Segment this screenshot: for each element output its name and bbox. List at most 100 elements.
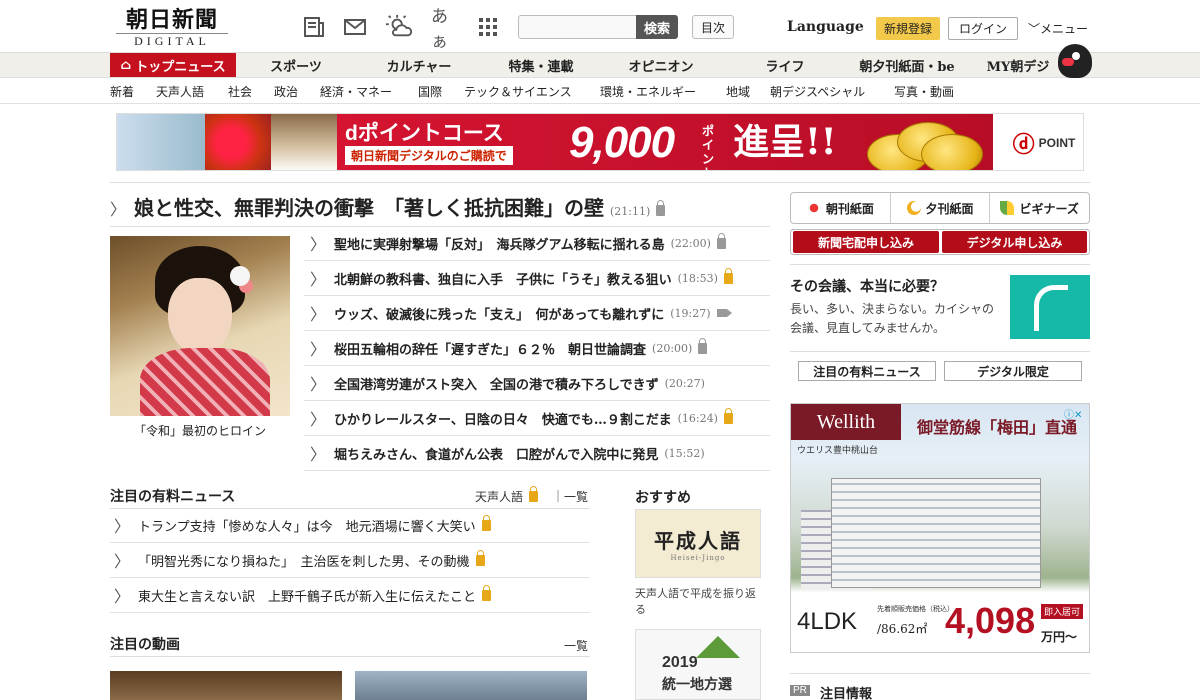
nav-features[interactable]: 特集・連載 (496, 53, 586, 77)
list-item[interactable]: 〉北朝鮮の教科書、独自に入手 子供に「うそ」教える狙い (18:53) (304, 261, 770, 296)
nav-top-news[interactable]: ⌂ トップニュース (110, 53, 236, 77)
lock-icon (723, 407, 733, 424)
subnav-item[interactable]: 天声人語 (156, 83, 204, 100)
nav-culture[interactable]: カルチャー (374, 53, 464, 77)
promo-title[interactable]: その会議、本当に必要？ (790, 276, 944, 296)
list-item[interactable]: 〉全国港湾労連がスト突入 全国の港で積み下ろしできず (20:27) (304, 366, 770, 401)
beginner-mark-icon (1000, 201, 1015, 215)
divider (790, 351, 1090, 352)
subnav-item[interactable]: 経済・マネー (320, 83, 392, 100)
paid-list-link[interactable]: 一覧 (564, 488, 588, 505)
paid-news-list: 〉トランプ支持「惨めな人々」は今 地元酒場に響く大笑い 〉「明智光秀になり損ねた… (110, 508, 590, 613)
digital-apply-button[interactable]: デジタル申し込み (942, 231, 1087, 253)
contents-button[interactable]: 目次 (692, 15, 734, 39)
dpoint-mark-icon: ⓓ (1012, 132, 1035, 157)
top-story[interactable]: 〉娘と性交、無罪判決の衝撃 「著しく抵抗困難」の壁 (21:11) (110, 192, 770, 221)
beginners-button[interactable]: ビギナーズ (990, 193, 1089, 223)
menu-label: メニュー (1040, 22, 1089, 36)
subnav-item[interactable]: 朝デジスペシャル (770, 83, 865, 100)
subnav-item[interactable]: 新着 (110, 83, 134, 100)
divider (790, 264, 1090, 265)
election-year: 2019 (662, 654, 698, 671)
list-item[interactable]: 〉「明智光秀になり損ねた」 主治医を刺した男、その動機 (110, 543, 590, 578)
delivery-apply-button[interactable]: 新聞宅配申し込み (793, 231, 939, 253)
evening-edition-button[interactable]: 夕刊紙面 (891, 193, 991, 223)
list-item[interactable]: 〉桜田五輪相の辞任「遅すぎた」６２％ 朝日世論調査 (20:00) (304, 331, 770, 366)
search-button[interactable]: 検索 (636, 15, 678, 39)
chevron-right-icon: 〉 (310, 445, 327, 464)
morning-edition-button[interactable]: 朝刊紙面 (791, 193, 891, 223)
photo-caption[interactable]: 「令和」最初のヒロイン (110, 422, 290, 439)
list-item[interactable]: 〉東大生と言えない訳 上野千鶴子氏が新入生に伝えたこと (110, 578, 590, 613)
ad-price: 4,098 (945, 600, 1036, 641)
mascot-icon[interactable] (1058, 44, 1092, 78)
divider (790, 673, 1090, 674)
nav-print[interactable]: 朝夕刊紙面・be (852, 53, 962, 77)
nav-my-asadigi[interactable]: MY朝デジ (980, 53, 1056, 77)
chevron-right-icon: 〉 (310, 235, 327, 254)
heroine-photo[interactable] (110, 236, 290, 416)
wellith-ad[interactable]: Wellith ウエリス豊中桃山台 御堂筋線「梅田」直通 4LDK 先着順販売価… (790, 403, 1090, 653)
election-title: 統一地方選 (662, 677, 732, 693)
weather-icon[interactable] (386, 14, 412, 40)
news-time: (20:27) (664, 376, 705, 390)
chevron-right-icon: 〉 (114, 517, 131, 536)
list-item[interactable]: 〉堀ちえみさん、食道がん公表 口腔がんで入院中に発見 (15:52) (304, 436, 770, 471)
recommend-title: おすすめ (635, 490, 691, 506)
newspaper-icon[interactable] (301, 14, 327, 40)
lock-icon (698, 337, 708, 354)
font-size-icon[interactable]: あぁ (431, 7, 457, 52)
grid-menu-icon[interactable] (475, 14, 501, 40)
separator: | (556, 488, 561, 502)
news-time: (19:27) (670, 306, 711, 320)
video-thumbnail[interactable] (110, 671, 342, 700)
list-item[interactable]: 〉聖地に実弾射撃場「反対」 海兵隊グアム移転に揺れる島 (22:00) (304, 226, 770, 261)
recommend-caption[interactable]: 天声人語で平成を振り返る (635, 586, 765, 618)
login-button[interactable]: ログイン (948, 17, 1018, 40)
promo-text[interactable]: 長い、多い、決まらない。カイシャの会議、見直してみませんか。 (790, 300, 1002, 338)
menu-button[interactable]: ﹀メニュー (1028, 20, 1088, 37)
ad-info-icon[interactable]: ⓘ✕ (1064, 406, 1086, 421)
video-thumbnail[interactable] (355, 671, 587, 700)
language-link[interactable]: Language (787, 19, 864, 35)
dpoint-logo: ⓓ POINT (1003, 114, 1083, 170)
promo-image[interactable] (1010, 275, 1090, 339)
heisei-jingo-text: 平成人語 (654, 529, 742, 553)
list-item[interactable]: 〉トランプ支持「惨めな人々」は今 地元酒場に響く大笑い (110, 508, 590, 543)
tensei-jingo-link[interactable]: 天声人語 (475, 486, 539, 505)
subnav-item[interactable]: 地域 (726, 83, 750, 100)
video-list-link[interactable]: 一覧 (564, 637, 588, 654)
nav-life[interactable]: ライフ (750, 53, 820, 77)
tab-digital-only[interactable]: デジタル限定 (944, 361, 1082, 381)
logo-ja: 朝日新聞 (125, 7, 218, 33)
dpoint-logo-text: POINT (1038, 136, 1076, 150)
site-header: 朝日新聞 DIGITAL あぁ 検索 目次 Language 新規登録 ログイン… (0, 0, 1200, 52)
ad-tag: 即入居可 (1041, 604, 1084, 619)
nav-sports[interactable]: スポーツ (256, 53, 336, 77)
lock-icon (723, 267, 733, 284)
subnav-item[interactable]: 国際 (418, 83, 442, 100)
subnav-item[interactable]: 環境・エネルギー (600, 83, 696, 100)
subnav-item[interactable]: 社会 (228, 83, 252, 100)
mail-icon[interactable] (343, 14, 369, 40)
banner-amount: 9,000 (569, 118, 675, 167)
dpoint-banner[interactable]: dポイントコース 朝日新聞デジタルのご購読で 9,000 ポイント 進呈!! ⓓ… (116, 113, 1084, 171)
list-item[interactable]: 〉ひかりレールスター、日陰の日々 快適でも…９割こだま (16:24) (304, 401, 770, 436)
search-input[interactable] (518, 15, 638, 39)
tab-paid-news[interactable]: 注目の有料ニュース (798, 361, 936, 381)
subnav-item[interactable]: 写真・動画 (894, 83, 954, 100)
paid-news-title: 注目の有料ニュース (110, 489, 236, 505)
news-title: 桜田五輪相の辞任「遅すぎた」６２％ 朝日世論調査 (334, 342, 647, 358)
lock-icon (481, 514, 491, 531)
news-time: (16:24) (677, 411, 718, 425)
ad-area: /86.62㎡ (877, 622, 928, 636)
list-item[interactable]: 〉ウッズ、破滅後に残った「支え」 何があっても離れずに (19:27) (304, 296, 770, 331)
election-image[interactable]: 2019 統一地方選 (635, 629, 761, 700)
heisei-jingo-image[interactable]: 平成人語 Heisei-Jingo (635, 509, 761, 578)
register-button[interactable]: 新規登録 (876, 17, 940, 40)
site-logo[interactable]: 朝日新聞 DIGITAL (116, 8, 228, 48)
news-list: 〉聖地に実弾射撃場「反対」 海兵隊グアム移転に揺れる島 (22:00) 〉北朝鮮の… (304, 226, 770, 471)
subnav-item[interactable]: テック＆サイエンス (464, 83, 572, 100)
nav-opinion[interactable]: オピニオン (616, 53, 706, 77)
subnav-item[interactable]: 政治 (274, 83, 298, 100)
